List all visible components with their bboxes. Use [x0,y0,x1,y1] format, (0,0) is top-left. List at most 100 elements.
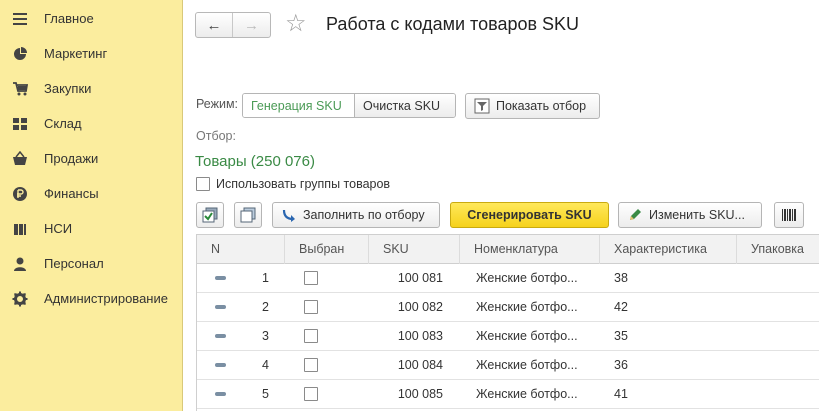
sidebar-item-label: НСИ [44,221,73,236]
sidebar-item-main[interactable]: Главное [0,6,183,32]
sku-table: N Выбран SKU Номенклатура Характеристика… [196,234,819,411]
row-sku: 100 081 [397,271,443,285]
row-selected-checkbox[interactable] [304,300,318,314]
edit-sku-label: Изменить SKU... [649,208,745,222]
row-number: 1 [262,271,269,285]
sidebar-item-label: Персонал [44,256,104,271]
goods-filter-link[interactable]: Товары (250 076) [195,153,315,170]
row-pack [751,351,811,380]
ruble-coin-icon [13,187,27,201]
table-row[interactable]: 3 100 083 Женские ботфо... 35 [197,322,819,351]
cart-icon [13,82,28,96]
column-header-pack[interactable]: Упаковка [737,235,819,264]
mode-generate-option[interactable]: Генерация SKU [243,94,355,117]
row-sku: 100 083 [397,329,443,343]
row-characteristic: 36 [614,358,628,372]
row-characteristic: 35 [614,329,628,343]
forward-button[interactable]: → [233,13,270,37]
uncheck-all-button[interactable] [234,202,262,228]
filter-settings-icon [474,98,490,114]
barcode-button[interactable] [774,202,804,228]
history-nav: ← → [195,12,271,38]
uncheck-all-icon [240,207,256,223]
generate-sku-label: Сгенерировать SKU [467,208,592,222]
sidebar-item-label: Продажи [44,151,99,166]
row-selected-checkbox[interactable] [304,271,318,285]
sidebar-item-admin[interactable]: Администрирование [0,286,183,312]
row-selected-checkbox[interactable] [304,387,318,401]
sidebar-item-nsi[interactable]: НСИ [0,216,183,242]
row-pack [751,264,811,293]
row-pack [751,322,811,351]
row-item: Женские ботфо... [476,300,578,314]
sidebar-item-warehouse[interactable]: Склад [0,111,183,137]
mode-switch: Генерация SKU Очистка SKU [242,93,456,118]
column-header-item[interactable]: Номенклатура [460,235,600,264]
table-row[interactable]: 4 100 084 Женские ботфо... 36 [197,351,819,380]
row-number: 5 [262,387,269,401]
sidebar-item-finance[interactable]: Финансы [0,181,183,207]
sidebar-item-marketing[interactable]: Маркетинг [0,41,183,67]
menu-lines-icon [13,13,27,25]
barcode-icon [782,209,796,221]
check-all-icon [202,207,218,223]
pie-chart-icon [14,47,27,60]
row-characteristic: 42 [614,300,628,314]
column-header-selected[interactable]: Выбран [285,235,369,264]
show-filter-label: Показать отбор [496,99,587,113]
mode-clear-option[interactable]: Очистка SKU [355,94,455,117]
books-icon [14,224,26,235]
fill-arrow-icon [282,209,295,222]
fill-by-filter-button[interactable]: Заполнить по отбору [272,202,440,228]
row-selected-checkbox[interactable] [304,358,318,372]
sidebar-item-label: Финансы [44,186,99,201]
row-sku: 100 082 [397,300,443,314]
person-icon [14,257,26,271]
row-pack [751,293,811,322]
generate-sku-button[interactable]: Сгенерировать SKU [450,202,609,228]
page-title: Работа с кодами товаров SKU [326,14,580,34]
use-groups-label: Использовать группы товаров [216,177,391,191]
sidebar-item-purchases[interactable]: Закупки [0,76,183,102]
sidebar-item-personnel[interactable]: Персонал [0,251,183,277]
main-panel: ← → ☆ Работа с кодами товаров SKU Режим:… [184,0,819,411]
row-pack [751,380,811,409]
row-selected-checkbox[interactable] [304,329,318,343]
row-sku: 100 084 [397,358,443,372]
basket-icon [13,151,27,165]
use-groups-option[interactable]: Использовать группы товаров [196,176,390,192]
sidebar-item-sales[interactable]: Продажи [0,146,183,172]
column-header-n[interactable]: N [197,235,285,264]
sidebar-item-label: Закупки [44,81,92,96]
use-groups-checkbox[interactable] [196,177,210,191]
row-number: 2 [262,300,269,314]
sidebar-item-label: Главное [44,11,94,26]
filter-label: Отбор: [196,129,236,143]
row-item: Женские ботфо... [476,329,578,343]
row-characteristic: 38 [614,271,628,285]
row-item: Женские ботфо... [476,387,578,401]
pencil-icon [630,209,641,220]
column-header-characteristic[interactable]: Характеристика [600,235,737,264]
sidebar: Главное Маркетинг Закупки Склад Продажи … [0,0,183,411]
grid-icon [13,118,27,130]
check-all-button[interactable] [196,202,224,228]
gear-icon [12,291,28,307]
table-row[interactable]: 5 100 085 Женские ботфо... 41 [197,380,819,409]
row-number: 3 [262,329,269,343]
row-item: Женские ботфо... [476,358,578,372]
back-button[interactable]: ← [196,13,233,37]
fill-by-filter-label: Заполнить по отбору [303,208,425,222]
favorite-star-icon[interactable]: ☆ [285,11,307,37]
table-header: N Выбран SKU Номенклатура Характеристика… [197,235,819,264]
edit-sku-button[interactable]: Изменить SKU... [618,202,762,228]
mode-label: Режим: [196,97,239,111]
sidebar-item-label: Администрирование [44,291,168,306]
column-header-sku[interactable]: SKU [369,235,460,264]
sidebar-item-label: Маркетинг [44,46,108,61]
row-item: Женские ботфо... [476,271,578,285]
show-filter-button[interactable]: Показать отбор [465,93,600,119]
table-row[interactable]: 2 100 082 Женские ботфо... 42 [197,293,819,322]
row-characteristic: 41 [614,387,628,401]
table-row[interactable]: 1 100 081 Женские ботфо... 38 [197,264,819,293]
